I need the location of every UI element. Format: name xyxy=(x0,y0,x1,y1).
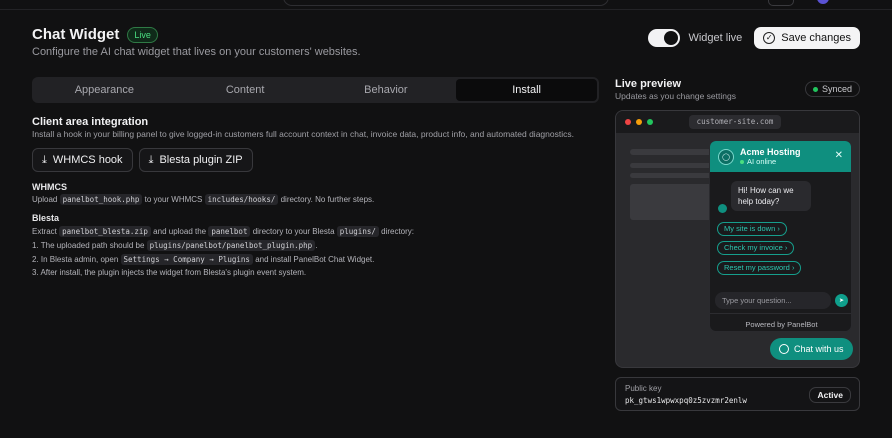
blesta-extract-d: directory: xyxy=(381,227,415,236)
send-icon[interactable]: ➤ xyxy=(835,294,848,307)
window-minimize-dot-icon xyxy=(636,119,642,125)
chat-bubble-icon xyxy=(779,344,789,354)
quick-reply-chip[interactable]: My site is down › xyxy=(717,222,787,236)
powered-by-label: Powered by PanelBot xyxy=(745,320,818,329)
blesta-extract-b: and upload the xyxy=(153,227,207,236)
chat-message-input[interactable]: Type your question... xyxy=(715,292,831,309)
close-icon[interactable]: ✕ xyxy=(835,150,843,161)
whmcs-dir-code: includes/hooks/ xyxy=(204,194,279,205)
sync-status-badge: Synced xyxy=(804,81,860,97)
section-description: Install a hook in your billing panel to … xyxy=(32,129,574,139)
status-badge: Live xyxy=(127,26,158,43)
public-key-value[interactable]: pk_gtws1wpwxpq0z5zvzmr2enlw xyxy=(625,396,747,405)
quick-reply-label: My site is down xyxy=(724,224,776,233)
blesta-extract-c: directory to your Blesta xyxy=(252,227,335,236)
download-icon: ⤓ xyxy=(42,153,47,166)
quick-reply-label: Check my invoice xyxy=(724,243,783,252)
whmcs-hook-label: WHMCS hook xyxy=(52,154,123,166)
public-key-label: Public key xyxy=(625,384,662,393)
widget-status-label: AI online xyxy=(747,157,777,166)
widget-live-toggle[interactable] xyxy=(648,29,681,47)
whmcs-text-b: to your WHMCS xyxy=(144,195,203,204)
public-key-card: Public key pk_gtws1wpwxpq0z5zvzmr2enlw A… xyxy=(615,377,860,411)
blesta-plugin-download-button[interactable]: ⤓ Blesta plugin ZIP xyxy=(138,148,253,172)
preview-title: Live preview xyxy=(615,78,682,90)
check-circle-icon: ✓ xyxy=(763,32,776,44)
window-close-dot-icon xyxy=(625,119,631,125)
blesta-plugins-dir-code: plugins/ xyxy=(336,226,379,237)
blesta-step1-b: . xyxy=(315,241,318,250)
widget-company-name: Acme Hosting xyxy=(740,147,801,157)
blesta-step2-a: 2. In Blesta admin, open xyxy=(32,255,119,264)
top-bar xyxy=(0,0,892,10)
blesta-plugin-label: Blesta plugin ZIP xyxy=(159,154,243,166)
whmcs-text-c: directory. No further steps. xyxy=(280,195,375,204)
online-dot-icon xyxy=(740,159,744,164)
status-dot-icon xyxy=(812,86,818,92)
chat-widget-preview: ◯ Acme Hosting AI online ✕ Hi! How can w… xyxy=(709,140,852,332)
whmcs-text-a: Upload xyxy=(32,195,58,204)
blesta-step1-a: 1. The uploaded path should be xyxy=(32,241,145,250)
key-status-badge: Active xyxy=(809,387,851,403)
blesta-extract-a: Extract xyxy=(32,227,57,236)
blesta-extract-line: Extract panelbot_blesta.zip and upload t… xyxy=(32,226,415,237)
bot-avatar-icon xyxy=(718,204,727,213)
sync-status-label: Synced xyxy=(821,84,852,94)
chat-launcher-label: Chat with us xyxy=(794,344,844,354)
divider xyxy=(710,313,851,314)
blesta-step-3: 3. After install, the plugin injects the… xyxy=(32,268,307,277)
global-search[interactable] xyxy=(283,0,609,6)
quick-reply-label: Reset my password xyxy=(724,263,790,272)
save-changes-label: Save changes xyxy=(781,32,851,44)
whmcs-instructions: Upload panelbot_hook.php to your WHMCS i… xyxy=(32,194,375,205)
quick-reply-chip[interactable]: Reset my password › xyxy=(717,261,802,275)
section-title: Client area integration xyxy=(32,116,149,128)
tab-install[interactable]: Install xyxy=(456,79,597,101)
download-icon: ⤓ xyxy=(148,153,154,166)
browser-url: customer-site.com xyxy=(689,115,781,129)
page-title: Chat Widget xyxy=(32,26,120,43)
blesta-folder-code: panelbot xyxy=(208,226,251,237)
blesta-step-1: 1. The uploaded path should be plugins/p… xyxy=(32,240,318,251)
header-actions: Widget live ✓ Save changes xyxy=(648,27,860,49)
widget-header: ◯ Acme Hosting AI online ✕ xyxy=(710,141,851,172)
blesta-zip-code: panelbot_blesta.zip xyxy=(59,226,151,237)
chat-bubble-icon: ◯ xyxy=(718,148,734,165)
toggle-knob xyxy=(664,31,679,45)
window-maximize-dot-icon xyxy=(647,119,653,125)
whmcs-title: WHMCS xyxy=(32,182,67,192)
blesta-step1-path: plugins/panelbot/panelbot_plugin.php xyxy=(146,240,316,251)
chat-launcher-button[interactable]: Chat with us xyxy=(770,338,853,360)
blesta-title: Blesta xyxy=(32,213,60,223)
whmcs-file-code: panelbot_hook.php xyxy=(59,194,143,205)
blesta-step-2: 2. In Blesta admin, open Settings → Comp… xyxy=(32,254,375,265)
bot-greeting-message: Hi! How can we help today? xyxy=(731,181,811,211)
whmcs-hook-download-button[interactable]: ⤓ WHMCS hook xyxy=(32,148,133,172)
save-changes-button[interactable]: ✓ Save changes xyxy=(754,27,860,49)
avatar[interactable] xyxy=(817,0,829,4)
browser-toolbar: customer-site.com xyxy=(616,111,859,133)
widget-live-label: Widget live xyxy=(688,32,743,44)
tab-behavior[interactable]: Behavior xyxy=(316,79,457,101)
tab-appearance[interactable]: Appearance xyxy=(34,79,175,101)
widget-status: AI online xyxy=(740,157,801,166)
settings-tabs: Appearance Content Behavior Install xyxy=(32,77,599,103)
blesta-step2-path: Settings → Company → Plugins xyxy=(120,254,253,265)
blesta-step2-b: and install PanelBot Chat Widget. xyxy=(255,255,375,264)
page-title-row: Chat Widget Live xyxy=(32,26,158,43)
quick-reply-chip[interactable]: Check my invoice › xyxy=(717,241,795,255)
preview-subtitle: Updates as you change settings xyxy=(615,91,736,101)
tab-content[interactable]: Content xyxy=(175,79,316,101)
shortcut-button[interactable] xyxy=(768,0,794,6)
placeholder-block xyxy=(630,184,715,220)
page-subtitle: Configure the AI chat widget that lives … xyxy=(32,46,361,58)
download-buttons: ⤓ WHMCS hook ⤓ Blesta plugin ZIP xyxy=(32,148,253,172)
